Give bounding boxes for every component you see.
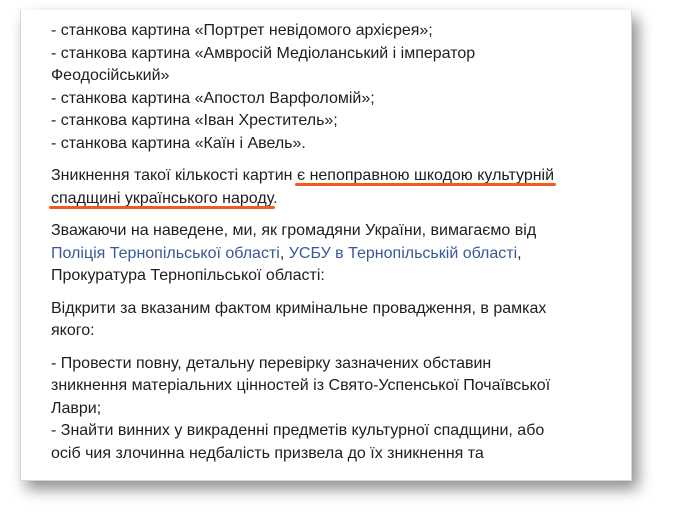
action-text: осіб чия злочинна недбалість призвела до… bbox=[51, 444, 484, 462]
open-case-paragraph: Відкрити за вказаним фактом кримінальне … bbox=[51, 298, 611, 343]
list-item: - станкова картина «Амвросій Медіоланськ… bbox=[51, 44, 476, 62]
loss-text-start: Зникнення такої кількості картин bbox=[51, 167, 297, 184]
list-item: Феодосійський» bbox=[51, 67, 170, 84]
list-item: - станкова картина «Каїн і Авель». bbox=[51, 134, 306, 152]
list-item: - станкова картина «Іван Хреститель»; bbox=[51, 112, 338, 129]
list-item: - станкова картина «Апостол Варфоломій»; bbox=[51, 89, 375, 107]
highlighted-phrase: є непоправною шкодою культурній bbox=[296, 167, 555, 184]
open-case-text: Відкрити за вказаним фактом кримінальне … bbox=[51, 299, 547, 317]
action-text: - Провести повну, детальну перевірку заз… bbox=[51, 354, 492, 372]
list-item: - станкова картина «Портрет невідомого а… bbox=[51, 22, 433, 39]
demand-paragraph: Зважаючи на наведене, ми, як громадяни У… bbox=[51, 220, 611, 288]
police-ternopil-link[interactable]: Поліція Тернопільської області bbox=[51, 245, 280, 262]
highlighted-phrase: спадщині українського народу bbox=[51, 189, 274, 207]
usbu-ternopil-link[interactable]: УСБУ в Тернопільській області bbox=[289, 245, 517, 262]
post-card: - станкова картина «Портрет невідомого а… bbox=[20, 10, 632, 481]
link-tail: , bbox=[517, 244, 522, 262]
demand-text: Зважаючи на наведене, ми, як громадяни У… bbox=[51, 222, 537, 239]
action-text: Лаври; bbox=[51, 399, 102, 417]
screenshot-canvas: - станкова картина «Портрет невідомого а… bbox=[0, 0, 687, 516]
loss-paragraph: Зникнення такої кількості картин є непоп… bbox=[51, 165, 611, 210]
link-separator: , bbox=[279, 244, 289, 262]
orange-underline-mark bbox=[294, 183, 557, 186]
loss-text-end: . bbox=[273, 189, 278, 207]
orange-underline-mark bbox=[49, 205, 276, 209]
action-text: - Знайти винних у викраденні предметів к… bbox=[51, 422, 545, 439]
paintings-list: - станкова картина «Портрет невідомого а… bbox=[51, 20, 611, 155]
prosecutor-text: Прокуратура Тернопільської області: bbox=[51, 267, 325, 284]
post-body: - станкова картина «Портрет невідомого а… bbox=[49, 20, 611, 475]
action-text: зникнення матеріальних цінностей із Свят… bbox=[51, 377, 551, 394]
actions-paragraph: - Провести повну, детальну перевірку заз… bbox=[51, 353, 611, 466]
open-case-text: якого: bbox=[51, 322, 95, 339]
